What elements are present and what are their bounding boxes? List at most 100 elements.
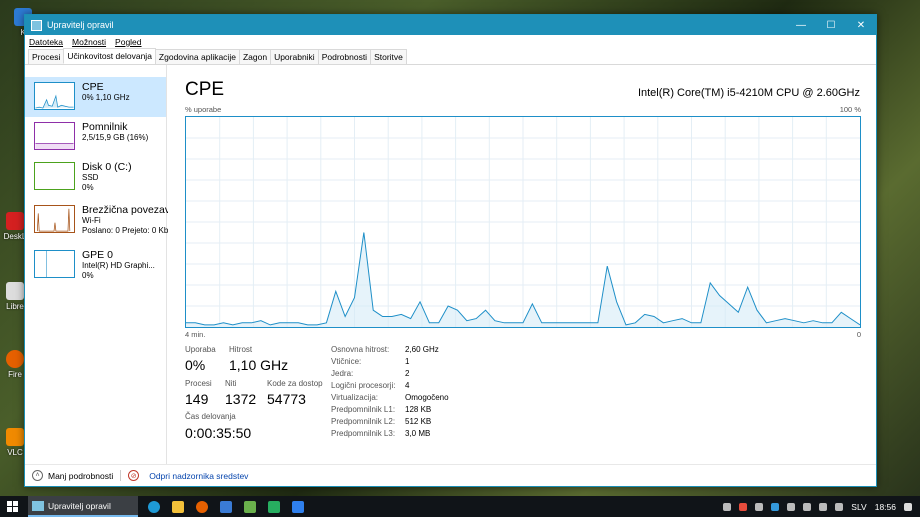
volume-icon[interactable]	[835, 502, 844, 511]
taskbar: Upravitelj opravil SLV 18:56	[0, 496, 920, 517]
page-title: CPE	[185, 79, 225, 100]
cpu-thumbnail	[34, 82, 75, 110]
sidebar-item-label: Disk 0 (C:)	[82, 161, 132, 173]
spec-label: Virtualizacija:	[331, 393, 378, 402]
sidebar-item-label: CPE	[82, 81, 104, 93]
clock[interactable]: 18:56	[875, 502, 896, 512]
minimize-button[interactable]: —	[786, 15, 816, 35]
firefox-icon[interactable]	[196, 500, 208, 513]
sidebar-item-label: Brezžična povezav	[82, 204, 168, 216]
firefox-icon	[6, 350, 24, 368]
tab-details[interactable]: Podrobnosti	[317, 49, 372, 64]
tray-icon[interactable]	[771, 502, 780, 511]
gpu-thumbnail	[34, 250, 75, 278]
spec-value: 512 KB	[405, 417, 432, 426]
language-indicator[interactable]: SLV	[851, 502, 866, 512]
threads-value: 1372	[225, 391, 257, 407]
explorer-icon[interactable]	[172, 500, 184, 513]
menu-bar: Datoteka Možnosti Pogled	[25, 35, 876, 49]
app-icon	[6, 212, 24, 230]
spec-value: 128 KB	[405, 405, 432, 414]
processes-value: 149	[185, 391, 209, 407]
task-manager-icon	[31, 19, 42, 31]
sidebar-item-label: GPE 0	[82, 249, 113, 261]
uptime-value: 0:00:35:50	[185, 425, 252, 441]
spec-value: 1	[405, 357, 410, 366]
handles-label: Kode za dostop	[267, 379, 323, 388]
app-icon[interactable]	[292, 500, 304, 513]
sidebar-item-gpu[interactable]: GPE 0 Intel(R) HD Graphi... 0%	[25, 245, 166, 285]
disk-thumbnail	[34, 162, 75, 190]
wifi-thumbnail	[34, 205, 75, 233]
fewer-details-link[interactable]: Manj podrobnosti	[48, 471, 113, 481]
sidebar-item-wifi[interactable]: Brezžična povezav Wi-Fi Poslano: 0 Preje…	[25, 200, 168, 240]
window-title: Upravitelj opravil	[47, 20, 114, 30]
close-button[interactable]: ✕	[846, 15, 876, 35]
speed-value: 1,10 GHz	[229, 357, 289, 373]
menu-view[interactable]: Pogled	[115, 37, 141, 47]
cpu-model: Intel(R) Core(TM) i5-4210M CPU @ 2.60GHz	[637, 87, 860, 99]
cpu-usage-graph	[185, 116, 861, 328]
taskbar-item-label: Upravitelj opravil	[48, 500, 111, 511]
app-icon[interactable]	[220, 500, 232, 513]
edge-icon[interactable]	[148, 500, 160, 513]
sidebar-item-memory[interactable]: Pomnilnik 2,5/15,9 GB (16%)	[25, 117, 166, 157]
tab-startup[interactable]: Zagon	[238, 49, 272, 64]
tray-icon[interactable]	[755, 502, 764, 511]
tab-performance[interactable]: Učinkovitost delovanja	[63, 48, 156, 64]
max-axis-label: 100 %	[839, 105, 861, 114]
sidebar-item-detail: SSD	[82, 173, 99, 182]
taskbar-task-manager[interactable]: Upravitelj opravil	[28, 496, 138, 517]
sidebar-item-detail: 0% 1,10 GHz	[82, 93, 130, 102]
performance-content: CPE 0% 1,10 GHz Pomnilnik 2,5/15,9 GB (1…	[25, 65, 876, 464]
sidebar-item-detail: 0%	[82, 183, 94, 192]
tab-users[interactable]: Uporabniki	[270, 49, 319, 64]
start-button[interactable]	[0, 496, 24, 517]
zero-axis-label: 0	[856, 330, 861, 339]
maximize-button[interactable]: ☐	[816, 15, 846, 35]
app-icon[interactable]	[268, 500, 280, 513]
handles-value: 54773	[267, 391, 306, 407]
time-axis-label: 4 min.	[185, 330, 206, 339]
menu-options[interactable]: Možnosti	[72, 37, 106, 47]
tray-icon[interactable]	[739, 502, 748, 511]
title-bar[interactable]: Upravitelj opravil — ☐ ✕	[25, 15, 876, 35]
system-tray: SLV 18:56	[723, 502, 920, 512]
spec-value: 2,60 GHz	[405, 345, 439, 354]
sidebar-item-cpu[interactable]: CPE 0% 1,10 GHz	[25, 77, 166, 117]
spec-value: 2	[405, 369, 410, 378]
menu-file[interactable]: Datoteka	[29, 37, 63, 47]
footer-bar: ˄ Manj podrobnosti ⊘ Odpri nadzornika sr…	[25, 464, 876, 486]
tray-icon[interactable]	[787, 502, 796, 511]
memory-thumbnail	[34, 122, 75, 150]
wifi-icon[interactable]	[819, 502, 828, 511]
app-icon[interactable]	[244, 500, 256, 513]
resource-sidebar: CPE 0% 1,10 GHz Pomnilnik 2,5/15,9 GB (1…	[25, 65, 168, 464]
pinned-apps	[148, 500, 304, 513]
notification-icon[interactable]	[904, 502, 912, 511]
speed-label: Hitrost	[229, 345, 253, 354]
chevron-up-icon[interactable]: ˄	[32, 470, 43, 481]
battery-icon[interactable]	[803, 502, 812, 511]
spec-value: 4	[405, 381, 410, 390]
tab-strip: Procesi Učinkovitost delovanja Zgodovina…	[25, 48, 876, 65]
sidebar-item-disk[interactable]: Disk 0 (C:) SSD 0%	[25, 157, 166, 197]
task-manager-window: Upravitelj opravil — ☐ ✕ Datoteka Možnos…	[24, 14, 877, 487]
task-manager-icon	[32, 500, 44, 511]
vlc-icon	[6, 428, 24, 446]
sidebar-item-detail: Poslano: 0 Prejeto: 0 Kb	[82, 226, 168, 235]
utilization-value: 0%	[185, 357, 206, 373]
sidebar-item-detail: Wi-Fi	[82, 216, 101, 225]
tab-app-history[interactable]: Zgodovina aplikacije	[154, 49, 240, 64]
tab-services[interactable]: Storitve	[370, 49, 407, 64]
spec-label: Jedra:	[331, 369, 354, 378]
tray-icon[interactable]	[723, 502, 732, 511]
tab-processes[interactable]: Procesi	[28, 49, 65, 64]
spec-label: Predpomnilnik L2:	[331, 417, 396, 426]
resource-monitor-icon[interactable]: ⊘	[128, 470, 140, 481]
sidebar-item-label: Pomnilnik	[82, 121, 128, 133]
app-icon	[6, 282, 24, 300]
spec-label: Predpomnilnik L1:	[331, 405, 396, 414]
spec-value: Omogočeno	[405, 393, 449, 402]
open-resource-monitor-link[interactable]: Odpri nadzornika sredstev	[149, 471, 248, 481]
